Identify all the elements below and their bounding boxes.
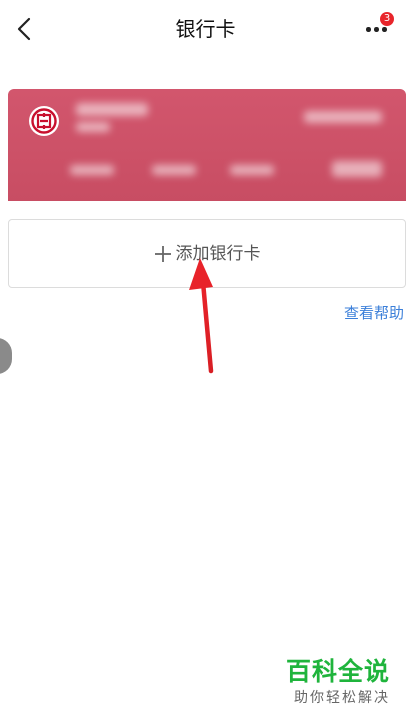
view-help-link[interactable]: 查看帮助 [344, 303, 408, 323]
bank-card[interactable] [8, 89, 406, 201]
baike-watermark: 百科全说 助你轻松解决 [280, 656, 406, 712]
page-title: 银行卡 [175, 17, 236, 41]
icbc-bank-logo-icon [29, 106, 59, 136]
plus-icon [154, 245, 171, 262]
watermark-title: 百科全说 [286, 657, 391, 686]
blurred-card-number-3 [230, 165, 274, 175]
red-arrow-annotation [189, 258, 214, 374]
blurred-card-tag [304, 111, 382, 123]
blurred-bank-name [76, 103, 148, 116]
more-dots-icon [366, 27, 390, 32]
more-options-button[interactable]: 3 [358, 12, 398, 44]
blurred-card-number-4 [332, 161, 382, 177]
floating-side-handle[interactable] [0, 338, 12, 374]
blurred-card-number-2 [152, 165, 196, 175]
top-nav-bar: 银行卡 3 [0, 0, 411, 58]
notification-badge: 3 [380, 12, 394, 26]
blurred-card-number-1 [70, 165, 114, 175]
watermark-subtitle: 助你轻松解决 [294, 690, 390, 706]
blurred-card-type [76, 122, 110, 132]
